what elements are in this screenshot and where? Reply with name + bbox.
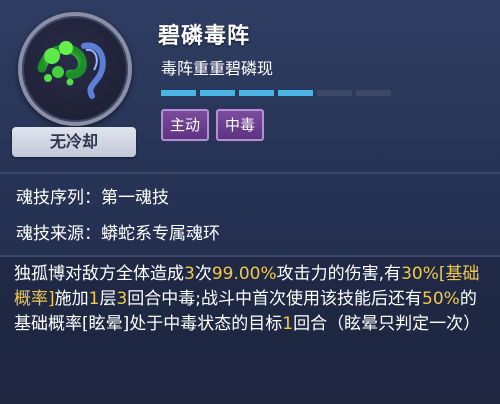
desc-stun-chance: 50% [422, 289, 460, 309]
green-poison-serpent-icon [37, 41, 106, 99]
desc-rounds: 3 [116, 289, 128, 309]
desc-hits: 3 [184, 264, 195, 284]
cooldown-badge: 无冷却 [12, 127, 136, 157]
cooldown-label: 无冷却 [49, 132, 98, 151]
desc-text: 攻击力的伤害,有 [276, 264, 402, 284]
desc-text: 独孤博对敌方全体造成 [14, 264, 184, 284]
level-segment [278, 90, 313, 96]
level-segment [317, 90, 352, 96]
skill-level-bar [161, 90, 391, 96]
source-value: 蟒蛇系专属魂环 [101, 224, 220, 244]
info-sequence-row: 魂技序列：第一魂技 [16, 183, 169, 208]
sequence-value: 第一魂技 [101, 188, 169, 208]
desc-damage: 99.00% [211, 264, 277, 284]
tag-poison: 中毒 [216, 109, 265, 141]
desc-text: 次 [194, 264, 212, 284]
level-segment [200, 90, 235, 96]
source-label: 魂技来源： [16, 224, 101, 244]
desc-text: 回合（眩晕只判定一次） [293, 314, 481, 334]
desc-stun-rounds: 1 [282, 314, 294, 334]
desc-stacks: 1 [88, 289, 100, 309]
desc-text: 回合中毒;战斗中首次使用该技能后还有 [127, 289, 423, 309]
header-divider [0, 172, 500, 174]
tag-active: 主动 [161, 109, 210, 141]
skill-name: 碧磷毒阵 [158, 24, 251, 49]
desc-text: 层 [99, 289, 117, 309]
info-source-row: 魂技来源：蟒蛇系专属魂环 [16, 219, 220, 244]
desc-text: 施加 [54, 289, 89, 309]
sequence-label: 魂技序列： [16, 188, 101, 208]
skill-description: 独孤博对敌方全体造成3次99.00%攻击力的伤害,有30%[基础概率]施加1层3… [14, 262, 488, 337]
level-segment [356, 90, 391, 96]
skill-icon-frame [18, 12, 132, 126]
level-segment [161, 90, 196, 96]
level-segment [239, 90, 274, 96]
skill-tags: 主动 中毒 [161, 109, 265, 141]
skill-subtitle: 毒阵重重碧磷现 [161, 59, 274, 78]
skill-detail-card: 无冷却 碧磷毒阵 毒阵重重碧磷现 主动 中毒 魂技序列：第一魂技 魂技来源：蟒蛇… [0, 0, 500, 404]
desc-chance: 30% [401, 264, 439, 284]
